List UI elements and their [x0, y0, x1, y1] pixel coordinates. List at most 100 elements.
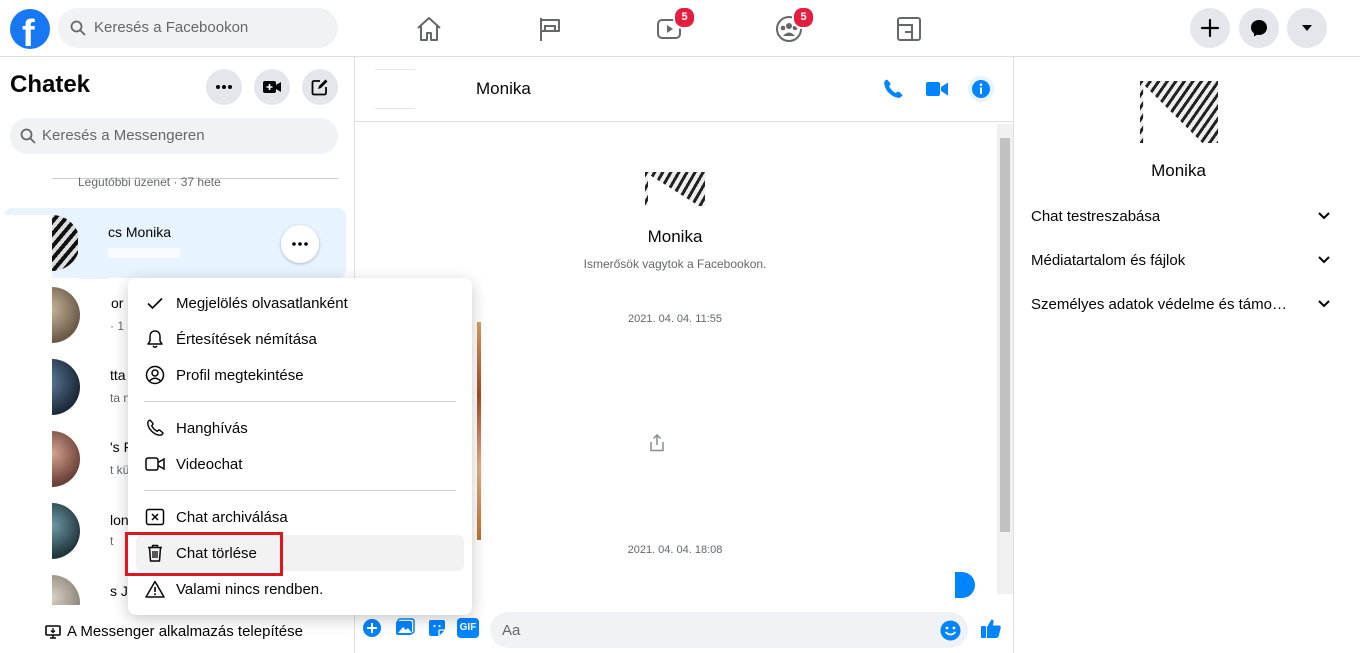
section-label: Chat testreszabása: [1031, 207, 1161, 225]
emoji-icon[interactable]: [940, 620, 961, 641]
chat-options-button[interactable]: [206, 69, 242, 105]
menu-item-label: Hanghívás: [176, 419, 248, 437]
sticker-icon[interactable]: [427, 618, 447, 638]
menu-item-audio-call[interactable]: Hanghívás: [136, 410, 464, 446]
message-input-placeholder: Aa: [502, 622, 521, 639]
menu-item-label: Értesítések némítása: [176, 330, 317, 348]
profile-avatar: [645, 172, 705, 206]
section-label: Médiatartalom és fájlok: [1031, 251, 1186, 269]
message-input[interactable]: Aa: [490, 612, 968, 648]
plus-icon: [1200, 18, 1220, 38]
video-icon: [144, 453, 166, 475]
profile-avatar[interactable]: [1140, 81, 1218, 143]
message-composer: GIF Aa: [355, 609, 1013, 653]
check-icon: [144, 292, 166, 314]
warning-icon: [144, 578, 166, 600]
like-icon[interactable]: [980, 617, 1002, 639]
preview-bar: [108, 248, 180, 258]
menu-item-mark-unread[interactable]: Megjelölés olvasatlanként: [136, 285, 464, 321]
chat-profile-subtitle: Ismerősök vagytok a Facebookon.: [583, 257, 767, 271]
video-icon[interactable]: [925, 77, 949, 101]
chat-scrollbar[interactable]: [997, 124, 1013, 594]
conversation-preview: · 1: [110, 319, 125, 333]
blank-region: [0, 285, 52, 605]
messenger-search-placeholder: Keresés a Messengeren: [42, 127, 205, 144]
conversation-preview: ta n: [110, 391, 131, 405]
bell-icon: [144, 328, 166, 350]
menu-item-mute[interactable]: Értesítések némítása: [136, 321, 464, 357]
profile-icon: [144, 364, 166, 386]
install-messenger-label: A Messenger alkalmazás telepítése: [67, 623, 303, 640]
compose-icon: [311, 79, 328, 96]
menu-item-view-profile[interactable]: Profil megtekintése: [136, 357, 464, 393]
facebook-logo[interactable]: f: [10, 9, 50, 49]
menu-item-archive[interactable]: Chat archiválása: [136, 499, 464, 535]
conversation-name: lon: [110, 512, 129, 528]
search-icon: [20, 128, 36, 144]
menu-item-video-chat[interactable]: Videochat: [136, 446, 464, 482]
home-icon[interactable]: [414, 14, 444, 44]
section-media-files[interactable]: Médiatartalom és fájlok: [1031, 246, 1331, 274]
phone-icon: [144, 417, 166, 439]
chat-profile-summary: Monika Ismerősök vagytok a Facebookon.: [355, 227, 995, 271]
account-menu-button[interactable]: [1287, 8, 1327, 48]
facebook-logo-letter: f: [22, 13, 35, 49]
menu-item-label: Chat archiválása: [176, 508, 288, 526]
image-icon[interactable]: [395, 618, 415, 638]
video-plus-icon: [263, 81, 281, 93]
scrollbar-thumb[interactable]: [1000, 138, 1010, 532]
conversation-info-panel: Monika Chat testreszabása Médiatartalom …: [1013, 57, 1342, 653]
menu-item-label: Megjelölés olvasatlanként: [176, 294, 348, 312]
groups-badge: 5: [792, 6, 815, 29]
blank-region: [0, 215, 52, 279]
menu-divider: [144, 490, 456, 491]
info-icon[interactable]: [968, 76, 994, 102]
chat-title[interactable]: Monika: [476, 79, 531, 99]
new-message-button[interactable]: [302, 69, 338, 105]
new-room-button[interactable]: [254, 69, 290, 105]
more-icon: [216, 85, 232, 89]
messenger-icon: [1251, 20, 1267, 37]
search-icon: [70, 20, 86, 36]
conversation-more-button[interactable]: [281, 225, 319, 263]
messenger-button[interactable]: [1239, 8, 1279, 48]
conversation-name: tta: [110, 367, 126, 383]
info-panel-name: Monika: [1151, 161, 1206, 180]
top-bar: f Keresés a Facebookon 5 5: [0, 0, 1360, 57]
highlight-box: [125, 532, 283, 576]
conversation-preview: t: [110, 534, 114, 548]
facebook-search-placeholder: Keresés a Facebookon: [94, 19, 249, 36]
messenger-search-input[interactable]: Keresés a Messengeren: [10, 118, 338, 154]
flag-icon[interactable]: [535, 14, 565, 44]
chat-profile-name: Monika: [647, 227, 703, 246]
avatar[interactable]: [375, 69, 415, 109]
section-label: Személyes adatok védelme és támogatás: [1031, 295, 1291, 313]
phone-icon[interactable]: [881, 77, 905, 101]
create-button[interactable]: [1190, 8, 1230, 48]
gaming-icon[interactable]: [894, 14, 924, 44]
window-edge: [1342, 57, 1360, 653]
menu-item-label: Profil megtekintése: [176, 366, 304, 384]
chats-title: Chatek: [10, 71, 91, 98]
menu-item-report[interactable]: Valami nincs rendben.: [136, 571, 464, 607]
share-icon[interactable]: [650, 434, 664, 452]
chevron-down-icon: [1318, 300, 1330, 308]
archive-icon: [144, 506, 166, 528]
plus-circle-icon[interactable]: [362, 618, 382, 638]
menu-item-label: Valami nincs rendben.: [176, 580, 324, 598]
sent-message-bubble[interactable]: [955, 572, 975, 598]
caret-down-icon: [1302, 25, 1312, 31]
menu-item-label: Videochat: [176, 455, 243, 473]
blank-region: [78, 215, 108, 279]
install-messenger-link[interactable]: A Messenger alkalmazás telepítése: [45, 623, 303, 640]
monitor-icon: [45, 624, 61, 639]
active-conv-name: cs Monika: [108, 224, 172, 240]
facebook-search-input[interactable]: Keresés a Facebookon: [58, 8, 338, 48]
section-customize-chat[interactable]: Chat testreszabása: [1031, 202, 1331, 230]
conversation-name: or: [111, 295, 124, 311]
conversation-preview: t kü: [110, 463, 130, 477]
gif-icon[interactable]: GIF: [457, 618, 479, 638]
more-icon: [292, 242, 308, 246]
image-message[interactable]: [477, 322, 481, 540]
section-privacy-support[interactable]: Személyes adatok védelme és támogatás: [1031, 290, 1331, 318]
